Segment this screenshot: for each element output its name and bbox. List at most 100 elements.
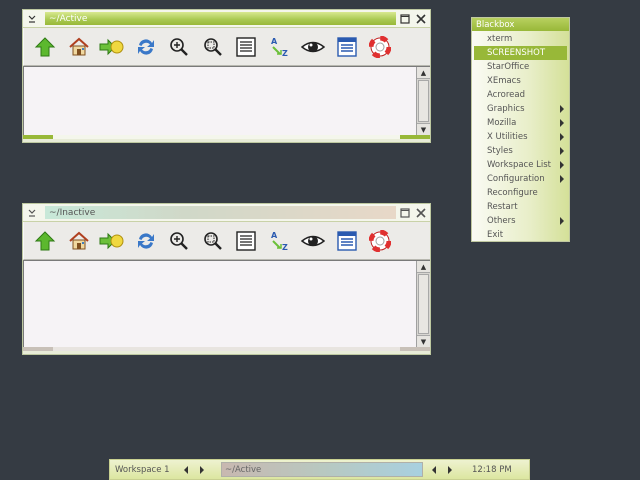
active-window[interactable]: ~/Active AZ ▲ ▼ — [22, 9, 431, 143]
menu-item-staroffice[interactable]: StarOffice — [472, 60, 569, 74]
inactive-window[interactable]: ~/Inactive AZ ▲ ▼ — [22, 203, 431, 355]
menu-title: Blackbox — [472, 18, 569, 31]
submenu-arrow-icon — [560, 119, 564, 127]
menu-item-label: Workspace List — [487, 160, 552, 170]
scroll-thumb[interactable] — [418, 274, 429, 334]
next-workspace-button[interactable] — [194, 461, 210, 479]
submenu-arrow-icon — [560, 161, 564, 169]
focused-window-label[interactable]: ~/Active — [221, 462, 423, 477]
menu-item-xterm[interactable]: xterm — [472, 32, 569, 46]
menu-item-label: XEmacs — [487, 76, 521, 86]
sort-az-icon: AZ — [271, 231, 288, 252]
detail-list-button[interactable] — [332, 226, 362, 256]
menu-item-styles[interactable]: Styles — [472, 144, 569, 158]
zoom-in-icon — [170, 231, 188, 250]
menu-items: xterm SCREENSHOT StarOffice XEmacs Acroread G… — [472, 32, 569, 242]
menu-item-graphics[interactable]: Graphics — [472, 102, 569, 116]
window-handle[interactable] — [23, 347, 430, 351]
menu-item-restart[interactable]: Restart — [472, 200, 569, 214]
scroll-thumb[interactable] — [418, 80, 429, 122]
home-icon — [68, 231, 89, 249]
maximize-button[interactable] — [399, 13, 411, 25]
maximize-icon — [400, 14, 410, 24]
home-button[interactable] — [64, 226, 94, 256]
detail-list-icon — [336, 36, 357, 57]
next-window-button[interactable] — [442, 461, 458, 479]
view-button[interactable] — [298, 226, 328, 256]
help-lifebuoy-icon — [369, 35, 391, 58]
view-button[interactable] — [298, 32, 328, 62]
window-title: ~/Active — [45, 12, 396, 25]
help-button[interactable] — [365, 32, 395, 62]
window-menu-button[interactable] — [23, 204, 41, 222]
view-list-icon — [236, 36, 256, 57]
zoom-in-button[interactable] — [164, 226, 194, 256]
up-button[interactable] — [30, 226, 60, 256]
detail-list-button[interactable] — [332, 32, 362, 62]
reload-button[interactable] — [131, 32, 161, 62]
svg-text:Z: Z — [282, 49, 288, 58]
view-list-icon — [236, 230, 256, 251]
go-button[interactable] — [97, 32, 127, 62]
zoom-in-button[interactable] — [164, 32, 194, 62]
window-handle[interactable] — [23, 135, 430, 139]
sort-button[interactable]: AZ — [265, 32, 295, 62]
help-button[interactable] — [365, 226, 395, 256]
menu-item-reconfigure[interactable]: Reconfigure — [472, 186, 569, 200]
sort-button[interactable]: AZ — [265, 226, 295, 256]
menu-item-others[interactable]: Others — [472, 214, 569, 228]
titlebar[interactable]: ~/Active — [23, 10, 430, 28]
close-button[interactable] — [415, 207, 427, 219]
menu-item-label: Acroread — [487, 90, 525, 100]
go-button[interactable] — [97, 226, 127, 256]
scroll-down-button[interactable]: ▼ — [417, 123, 430, 135]
window-menu-button[interactable] — [23, 10, 41, 28]
prev-window-button[interactable] — [426, 461, 442, 479]
scroll-down-button[interactable]: ▼ — [417, 335, 430, 347]
resize-grip-left[interactable] — [23, 135, 53, 139]
menu-item-label: Mozilla — [487, 118, 517, 128]
menu-item-configuration[interactable]: Configuration — [472, 172, 569, 186]
zoom-fit-button[interactable] — [198, 32, 228, 62]
home-button[interactable] — [64, 32, 94, 62]
vertical-scrollbar[interactable]: ▲ ▼ — [416, 261, 430, 347]
menu-item-label: Configuration — [487, 174, 545, 184]
scroll-up-button[interactable]: ▲ — [417, 67, 430, 79]
file-view-area[interactable]: ▲ ▼ — [23, 66, 430, 135]
titlebar[interactable]: ~/Inactive — [23, 204, 430, 222]
menu-item-label: SCREENSHOT — [487, 48, 546, 58]
resize-grip-right[interactable] — [400, 135, 430, 139]
maximize-button[interactable] — [399, 207, 411, 219]
up-button[interactable] — [30, 32, 60, 62]
menu-item-acroread[interactable]: Acroread — [472, 88, 569, 102]
file-view-area[interactable]: ▲ ▼ — [23, 260, 430, 347]
reload-icon — [137, 232, 154, 249]
eye-icon — [301, 41, 325, 52]
view-list-button[interactable] — [231, 32, 261, 62]
arrow-right-icon — [448, 465, 452, 474]
zoom-fit-button[interactable] — [198, 226, 228, 256]
resize-grip-left[interactable] — [23, 347, 53, 351]
go-arrow-icon — [99, 232, 124, 249]
up-arrow-icon — [34, 230, 56, 250]
go-arrow-icon — [99, 38, 124, 55]
scroll-up-button[interactable]: ▲ — [417, 261, 430, 273]
resize-grip-right[interactable] — [400, 347, 430, 351]
menu-item-xemacs[interactable]: XEmacs — [472, 74, 569, 88]
close-button[interactable] — [415, 13, 427, 25]
vertical-scrollbar[interactable]: ▲ ▼ — [416, 67, 430, 135]
menu-item-mozilla[interactable]: Mozilla — [472, 116, 569, 130]
menu-item-workspace-list[interactable]: Workspace List — [472, 158, 569, 172]
prev-workspace-button[interactable] — [178, 461, 194, 479]
menu-item-screenshot[interactable]: SCREENSHOT — [474, 46, 567, 60]
submenu-arrow-icon — [560, 175, 564, 183]
submenu-arrow-icon — [560, 105, 564, 113]
menu-item-label: Reconfigure — [487, 188, 538, 198]
svg-text:Z: Z — [282, 243, 288, 252]
menu-item-x-utilities[interactable]: X Utilities — [472, 130, 569, 144]
submenu-arrow-icon — [560, 147, 564, 155]
workspace-label[interactable]: Workspace 1 — [110, 465, 178, 475]
menu-item-exit[interactable]: Exit — [472, 228, 569, 242]
view-list-button[interactable] — [231, 226, 261, 256]
reload-button[interactable] — [131, 226, 161, 256]
